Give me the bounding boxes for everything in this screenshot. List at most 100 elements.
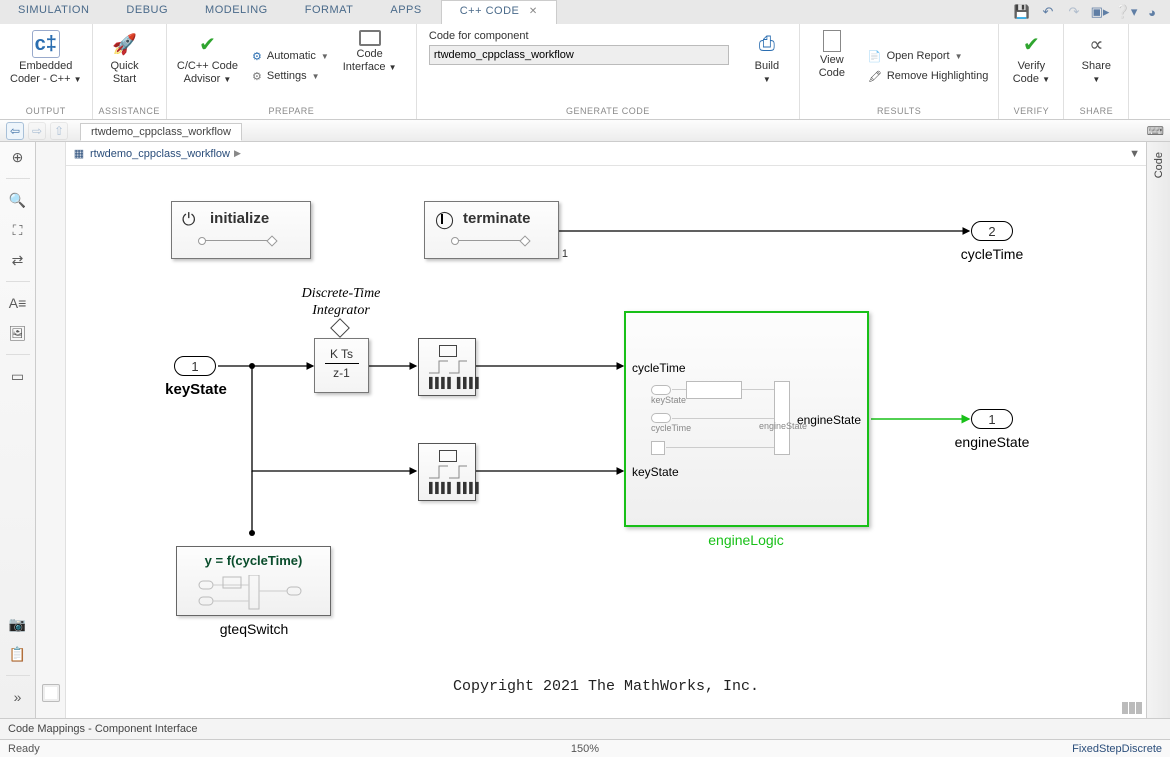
tab-debug[interactable]: DEBUG — [108, 0, 187, 24]
tab-format[interactable]: FORMAT — [287, 0, 373, 24]
undo-icon[interactable]: ↶ — [1040, 4, 1056, 20]
nav-up-button[interactable]: ⇧ — [50, 122, 68, 140]
image-icon[interactable]: 🖼 — [7, 322, 29, 344]
checkmark-icon: ✔ — [193, 30, 221, 58]
group-results: ViewCode 📄Open Report▼ 🖍Remove Highlight… — [800, 24, 999, 119]
view-code-button[interactable]: ViewCode — [806, 28, 858, 104]
swap-icon[interactable]: ⇄ — [7, 249, 29, 271]
share-label: Share — [1082, 60, 1111, 72]
gteqswitch-label: gteqSwitch — [220, 621, 288, 637]
chevron-right-icon[interactable]: ▶ — [234, 148, 241, 159]
group-generate: Code for component ⎙ Build▼ GENERATE COD… — [417, 24, 800, 119]
code-interface-button[interactable]: CodeInterface ▼ — [339, 28, 401, 104]
tab-simulation[interactable]: SIMULATION — [0, 0, 108, 24]
build-button[interactable]: ⎙ Build▼ — [741, 28, 793, 104]
group-verify: ✔ VerifyCode ▼ VERIFY — [999, 24, 1064, 119]
quick-line2: Start — [113, 73, 136, 85]
code-component-input[interactable] — [429, 45, 729, 65]
initialize-block[interactable]: ⏻ initialize — [171, 201, 311, 259]
copyright-text: Copyright 2021 The MathWorks, Inc. — [66, 678, 1146, 695]
quick-start-button[interactable]: 🚀 QuickStart — [99, 28, 151, 104]
terminate-block[interactable]: ◯ terminate 1 — [424, 201, 559, 259]
settings-button[interactable]: ⚙Settings▼ — [248, 68, 333, 85]
breadcrumb: ▦ rtwdemo_cppclass_workflow ▶ ▼ — [66, 142, 1146, 166]
tab-cppcode[interactable]: C++ CODE ✕ — [441, 0, 557, 24]
tab-apps[interactable]: APPS — [372, 0, 440, 24]
viewmark-icon[interactable]: ▭ — [7, 365, 29, 387]
terminate-port-num: 1 — [562, 248, 568, 260]
nav-back-button[interactable]: ⇦ — [6, 122, 24, 140]
outport-enginestate[interactable]: 1 — [971, 409, 1013, 429]
expand-icon[interactable]: » — [7, 686, 29, 708]
close-icon[interactable]: ✕ — [529, 6, 538, 17]
enginestate-port-num: 1 — [988, 412, 995, 427]
code-advisor-button[interactable]: ✔ C/C++ CodeAdvisor ▼ — [173, 28, 242, 104]
fit-icon[interactable]: ⛶ — [7, 219, 29, 241]
remove-highlighting-button[interactable]: 🖍Remove Highlighting — [864, 68, 992, 85]
model-canvas[interactable]: ⏻ initialize ◯ terminate 1 1 keyState — [66, 166, 1146, 718]
enginestate-label: engineState — [955, 434, 1030, 450]
nav-forward-button[interactable]: ⇨ — [28, 122, 46, 140]
status-solver[interactable]: FixedStepDiscrete — [1072, 743, 1162, 755]
automatic-button[interactable]: ⚙Automatic▼ — [248, 48, 333, 65]
gteqswitch-block[interactable]: y = f(cycleTime) — [176, 546, 331, 616]
z1-label: z-1 — [315, 366, 368, 380]
code-mappings-panel[interactable]: Code Mappings - Component Interface — [0, 718, 1170, 739]
settings-label: Settings — [267, 70, 307, 82]
rate-transition-1[interactable]: ▌▌▌▌ ▌▌▌▌ — [418, 338, 476, 396]
share-button[interactable]: ∝ Share▼ — [1070, 28, 1122, 104]
build-icon: ⎙ — [753, 30, 781, 58]
hide-browser-icon[interactable]: ⊕ — [7, 146, 29, 168]
global-tabstrip: SIMULATION DEBUG MODELING FORMAT APPS C+… — [0, 0, 1170, 24]
model-icon: ▦ — [72, 147, 86, 161]
screenshot-icon[interactable]: 📷 — [7, 613, 29, 635]
annotation-icon[interactable]: A≡ — [7, 292, 29, 314]
embedded-coder-icon: c‡ — [32, 30, 60, 58]
ribbon: c‡ EmbeddedCoder - C++ ▼ OUTPUT 🚀 QuickS… — [0, 24, 1170, 120]
embedded-line1: Embedded — [19, 60, 72, 72]
embedded-coder-button[interactable]: c‡ EmbeddedCoder - C++ ▼ — [6, 28, 86, 104]
minimize-ribbon-icon[interactable]: ◕ — [1144, 4, 1160, 20]
keyboard-icon[interactable]: ⌨ — [1147, 124, 1164, 138]
inport-num: 1 — [191, 359, 198, 374]
help-icon[interactable]: ❔▾ — [1118, 4, 1134, 20]
viewcode-line2: Code — [819, 67, 845, 79]
chevron-down-icon: ▼ — [312, 72, 320, 81]
code-component-label: Code for component — [429, 30, 729, 42]
redo-icon[interactable]: ↷ — [1066, 4, 1082, 20]
model-tab[interactable]: rtwdemo_cppclass_workflow — [80, 123, 242, 141]
tab-modeling[interactable]: MODELING — [187, 0, 287, 24]
group-output: c‡ EmbeddedCoder - C++ ▼ OUTPUT — [0, 24, 93, 119]
status-zoom[interactable]: 150% — [571, 743, 599, 755]
integrator-block[interactable]: K Ts z-1 — [314, 338, 369, 393]
enginelogic-label: engineLogic — [708, 532, 784, 548]
zoom-icon[interactable]: 🔍 — [7, 189, 29, 211]
save-icon[interactable]: 💾 — [1014, 4, 1030, 20]
rate-transition-2[interactable]: ▌▌▌▌ ▌▌▌▌ — [418, 443, 476, 501]
group-assistance: 🚀 QuickStart ASSISTANCE — [93, 24, 167, 119]
model-data-icon[interactable] — [42, 684, 60, 702]
open-report-button[interactable]: 📄Open Report▼ — [864, 48, 992, 65]
report-icon: 📄 — [868, 50, 882, 63]
verify-line2: Code — [1013, 73, 1039, 85]
breadcrumb-drop-icon[interactable]: ▼ — [1129, 148, 1140, 160]
property-icon[interactable]: 📋 — [7, 643, 29, 665]
cycletime-label: cycleTime — [961, 246, 1024, 262]
enginelogic-subsystem[interactable]: cycleTime keyState engineState keyState … — [624, 311, 869, 527]
inport-keystate[interactable]: 1 — [174, 356, 216, 376]
group-prepare: ✔ C/C++ CodeAdvisor ▼ ⚙Automatic▼ ⚙Setti… — [167, 24, 417, 119]
breadcrumb-model[interactable]: rtwdemo_cppclass_workflow — [90, 148, 230, 160]
share-icon: ∝ — [1082, 30, 1110, 58]
advisor-line2: Advisor — [184, 73, 221, 85]
remove-hi-label: Remove Highlighting — [887, 70, 989, 82]
verify-icon: ✔ — [1017, 30, 1045, 58]
group-share: ∝ Share▼ SHARE — [1064, 24, 1129, 119]
minimap-icon[interactable] — [1122, 702, 1142, 714]
commands-icon[interactable]: ▣▸ — [1092, 4, 1108, 20]
palette: ⊕ 🔍 ⛶ ⇄ A≡ 🖼 ▭ 📷 📋 » — [0, 142, 36, 718]
outport-cycletime[interactable]: 2 — [971, 221, 1013, 241]
code-side-panel[interactable]: Code — [1146, 142, 1170, 718]
interface-line2: Interface — [343, 61, 386, 73]
verify-code-button[interactable]: ✔ VerifyCode ▼ — [1005, 28, 1057, 104]
mini-cycletime: cycleTime — [651, 423, 691, 433]
